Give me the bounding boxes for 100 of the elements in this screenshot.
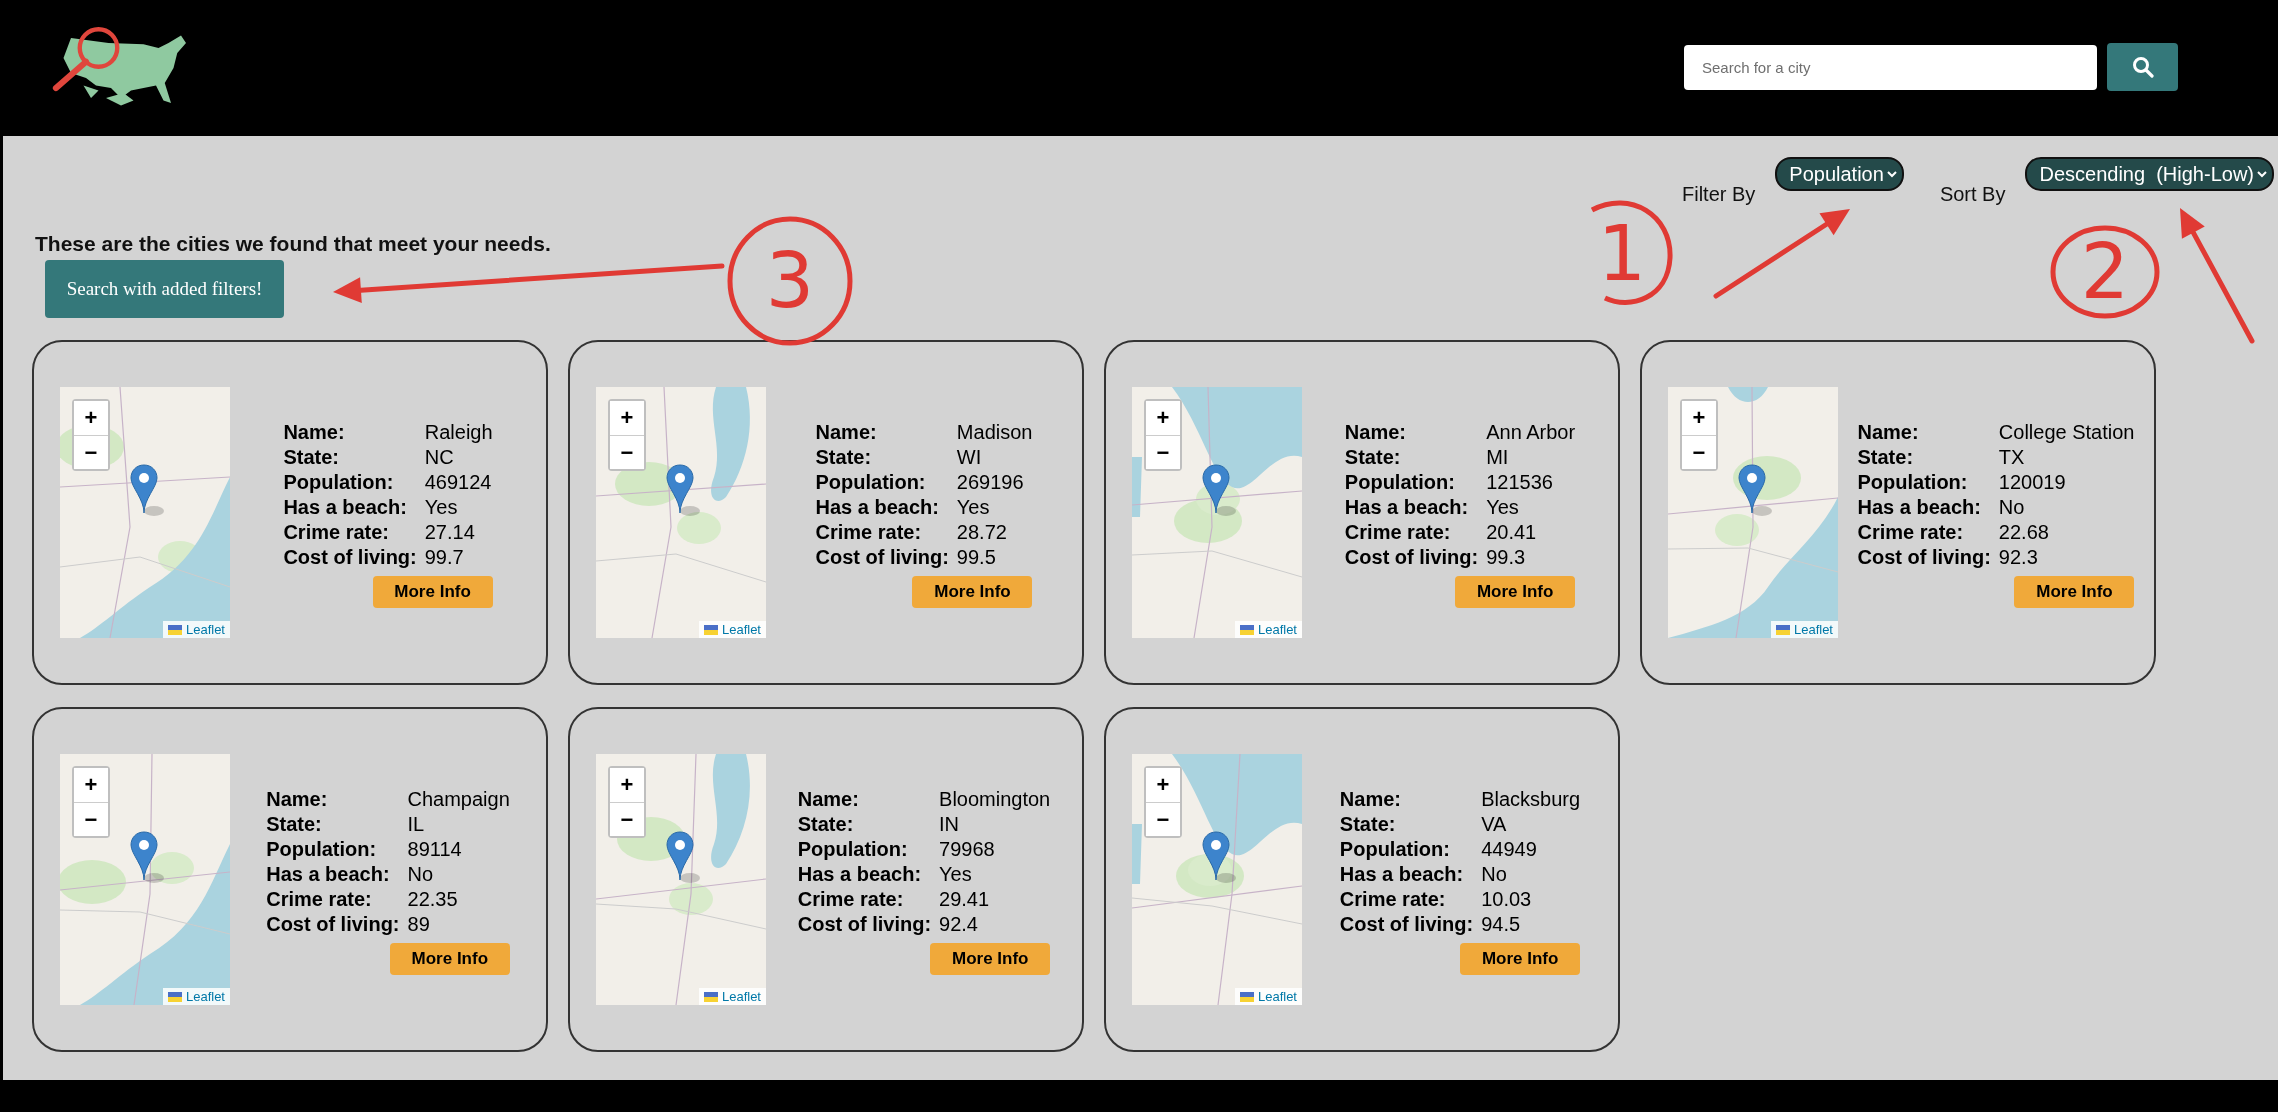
number-annotation: 2 [2050,225,2160,319]
field-label: Cost of living: [797,912,932,937]
field-label: Cost of living: [1339,912,1474,937]
field-label: Crime rate: [815,520,923,545]
more-info-button[interactable]: More Info [912,576,1033,608]
field-value: IN [939,812,961,837]
field-label: Population: [266,837,378,862]
field-value: No [1481,862,1508,887]
field-label: Cost of living: [1857,545,1991,570]
field-value: 89114 [407,837,463,862]
zoom-out-button[interactable]: − [610,435,644,469]
map-pin-icon[interactable] [130,463,166,517]
field-value: Yes [424,495,459,520]
search-button[interactable] [2107,43,2178,91]
field-value: NC [424,445,455,470]
field-label: Name: [1339,787,1402,812]
field-value: 44949 [1481,837,1538,862]
field-label: State: [283,445,340,470]
field-value: No [1998,495,2026,520]
more-info-button[interactable]: More Info [1460,943,1581,975]
flag-icon [1239,991,1254,1002]
field-value: Champaign [407,787,510,812]
field-label: Has a beach: [283,495,408,520]
field-value: MI [1486,445,1510,470]
search-icon [2131,56,2154,78]
field-label: Population: [797,837,909,862]
number-annotation: 3 [727,216,853,346]
flag-icon [703,991,718,1002]
field-value: 269196 [956,470,1025,495]
field-label: Name: [815,420,878,445]
field-value: Ann Arbor [1486,420,1576,445]
field-value: 99.5 [956,545,997,570]
more-info-button[interactable]: More Info [2014,576,2135,608]
map-pin-icon[interactable] [130,830,166,884]
map-pin-icon[interactable] [1738,463,1774,517]
field-value: VA [1481,812,1508,837]
field-value: 22.35 [407,887,459,912]
field-value: IL [407,812,426,837]
dropdown-label: Filter By [1682,183,1756,206]
field-value: 94.5 [1481,912,1522,937]
more-info-button[interactable]: More Info [389,943,510,975]
field-label: Name: [1344,420,1407,445]
flag-icon [167,991,182,1002]
flag-icon [167,624,182,635]
field-label: Crime rate: [1857,520,1965,545]
field-label: Crime rate: [797,887,905,912]
map-pin-icon[interactable] [666,463,702,517]
map-pin-icon[interactable] [1202,830,1238,884]
field-label: Has a beach: [815,495,940,520]
zoom-out-button[interactable]: − [1682,435,1716,469]
field-label: Population: [815,470,927,495]
field-label: Crime rate: [266,887,373,912]
field-label: Cost of living: [815,545,949,570]
search-field[interactable]: Search for a city [1684,44,2097,90]
field-label: Name: [797,787,860,812]
field-value: 469124 [424,470,493,495]
map-pin-icon[interactable] [666,830,702,884]
flag-icon [703,624,718,635]
field-value: 92.3 [1998,545,2039,570]
field-label: Has a beach: [1339,862,1465,887]
field-value: 29.41 [939,887,991,912]
dropdown-label: Sort By [1939,183,2006,206]
more-info-button[interactable]: More Info [1455,576,1576,608]
field-label: Has a beach: [266,862,391,887]
field-value: WI [956,445,983,470]
field-label: Name: [1857,420,1920,445]
field-label: Population: [1339,837,1451,862]
dropdown[interactable]: Descending (High-Low) [2025,157,2274,191]
field-value: Madison [956,420,1033,445]
caret-icon [2256,169,2268,179]
field-label: State: [1344,445,1402,470]
field-label: Name: [283,420,346,445]
field-label: Cost of living: [283,545,417,570]
field-label: Cost of living: [1344,545,1479,570]
field-value: TX [1998,445,2026,470]
search-filters-button[interactable]: Search with added filters! [45,260,284,318]
field-value: 121536 [1486,470,1554,495]
field-label: Crime rate: [1339,887,1447,912]
field-value: Yes [939,862,973,887]
field-value: 10.03 [1481,887,1533,912]
map-pin-icon[interactable] [1202,463,1238,517]
field-label: Population: [1344,470,1456,495]
field-label: Cost of living: [266,912,400,937]
field-value: 28.72 [956,520,1008,545]
zoom-out-button[interactable]: − [74,802,108,836]
zoom-out-button[interactable]: − [610,802,644,836]
field-value: 99.3 [1486,545,1527,570]
more-info-button[interactable]: More Info [372,576,493,608]
zoom-out-button[interactable]: − [1146,435,1180,469]
flag-icon [1775,624,1790,635]
zoom-out-button[interactable]: − [74,435,108,469]
field-label: State: [266,812,323,837]
more-info-button[interactable]: More Info [930,943,1051,975]
field-value: Yes [956,495,991,520]
field-value: 92.4 [939,912,979,937]
field-value: 20.41 [1486,520,1538,545]
caret-icon [1885,169,1898,179]
zoom-out-button[interactable]: − [1146,802,1180,836]
field-label: Population: [283,470,395,495]
dropdown[interactable]: Population [1775,157,1904,191]
